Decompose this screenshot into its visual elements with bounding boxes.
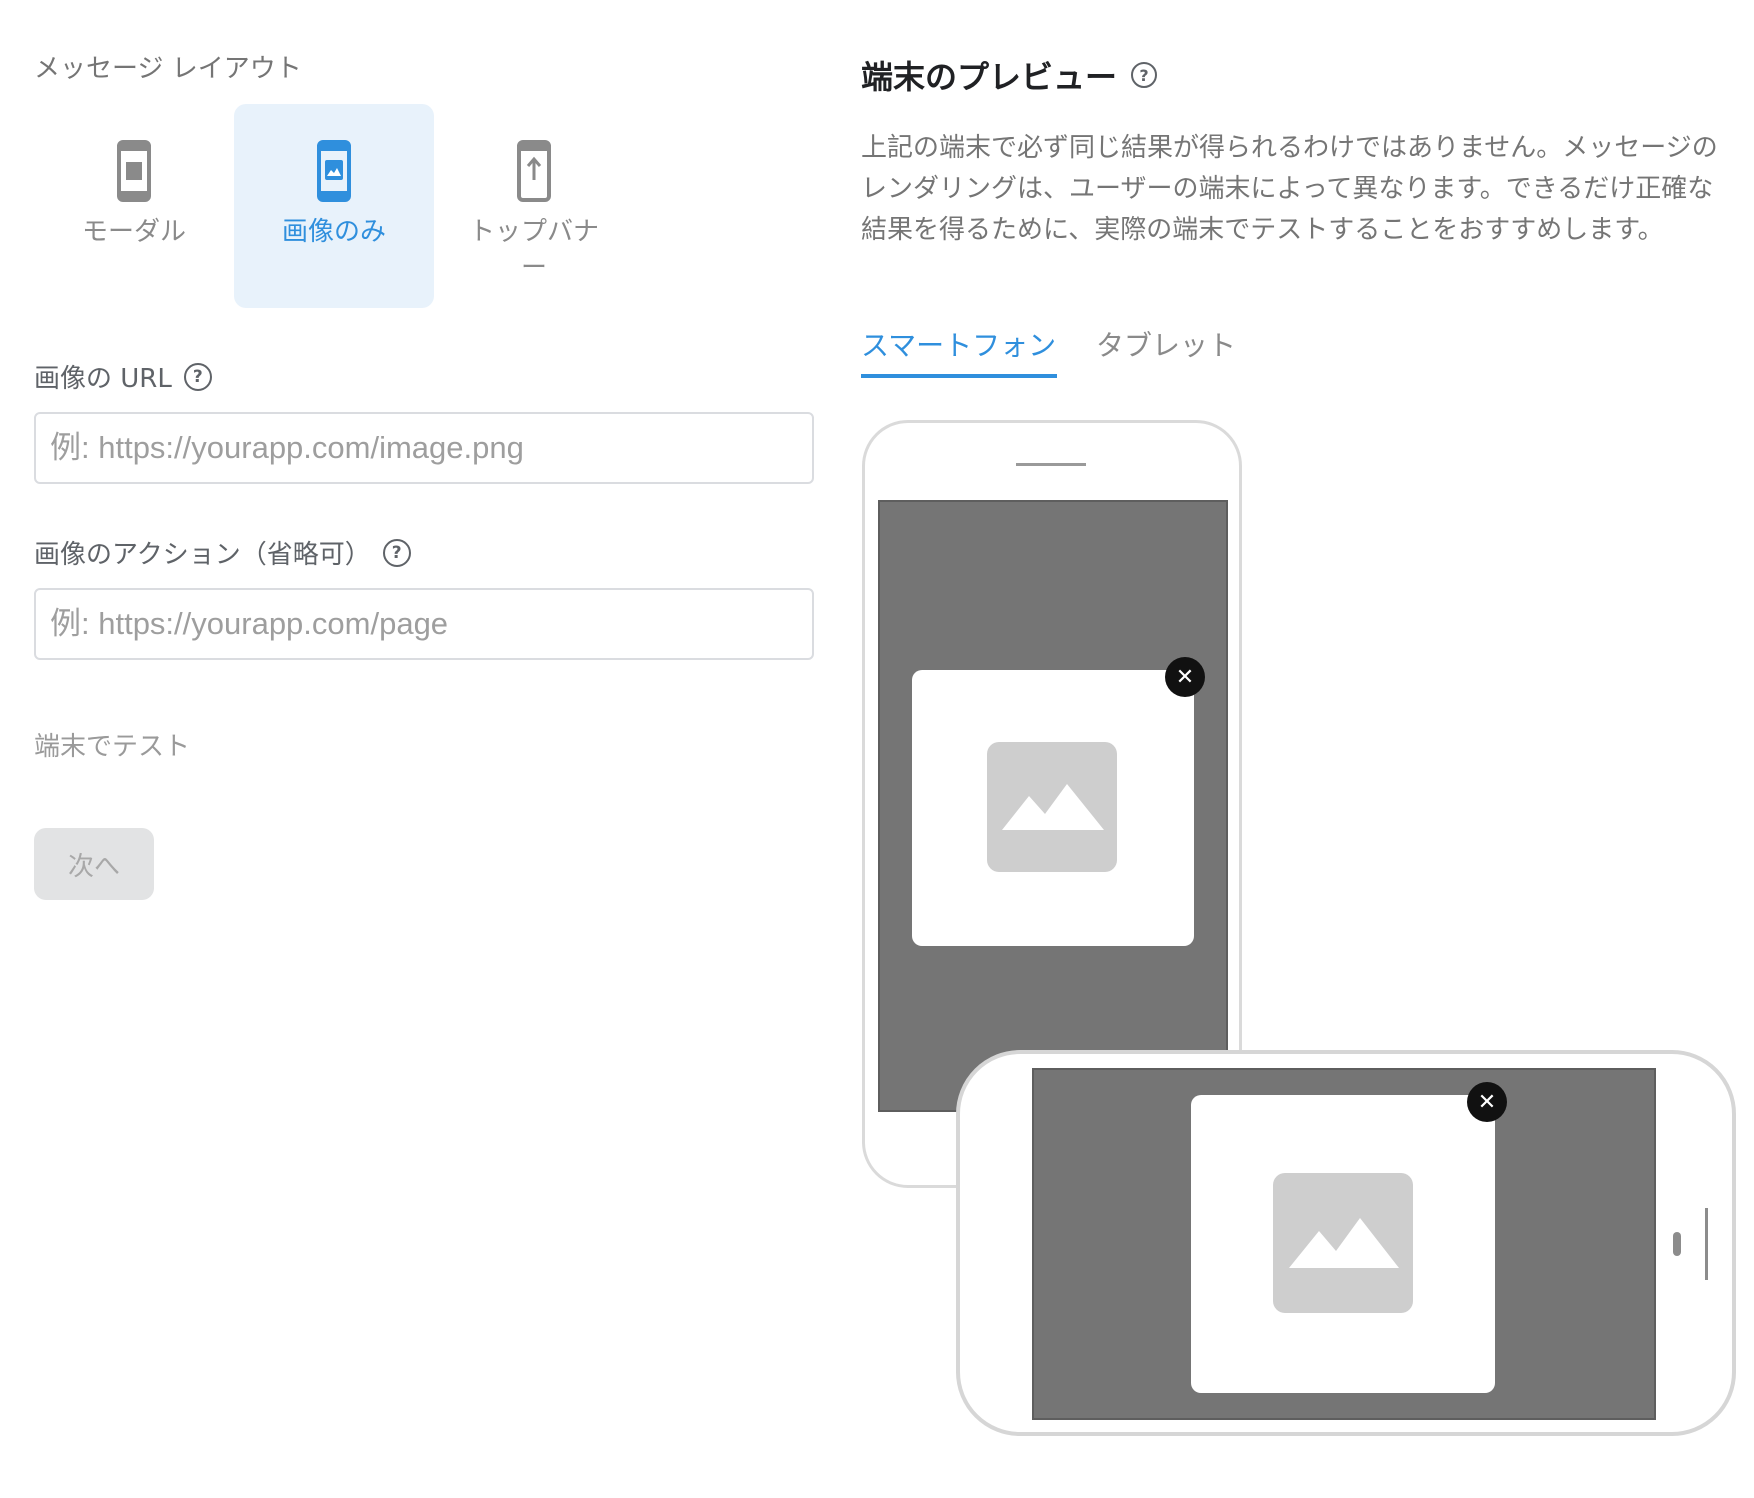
phone-modal-icon — [117, 140, 151, 202]
layout-option-label: トップバナー — [468, 217, 599, 283]
image-placeholder-icon — [987, 742, 1117, 872]
layout-option-label: モーダル — [81, 217, 186, 247]
help-icon[interactable]: ? — [1131, 62, 1158, 88]
layout-option-top-banner[interactable]: トップバナー — [434, 104, 634, 308]
phone-speaker — [1016, 463, 1086, 466]
image-url-label-text: 画像の URL — [34, 364, 172, 394]
phone-top-banner-icon — [517, 140, 551, 202]
image-url-input[interactable] — [34, 412, 814, 484]
device-preview-title-text: 端末のプレビュー — [861, 58, 1118, 96]
help-icon[interactable]: ? — [183, 362, 212, 391]
image-action-input[interactable] — [34, 588, 814, 660]
preview-description: 上記の端末で必ず同じ結果が得られるわけではありません。メッセージのレンダリングは… — [861, 133, 1718, 245]
layout-option-modal[interactable]: モーダル — [34, 104, 234, 308]
test-on-device-link[interactable]: 端末でテスト — [34, 726, 190, 763]
landscape-phone-home-bar — [1705, 1208, 1708, 1280]
layout-option-image-only[interactable]: 画像のみ — [234, 104, 434, 308]
active-tab-indicator — [861, 374, 1057, 378]
close-icon[interactable]: ✕ — [1467, 1082, 1507, 1122]
message-layout-label: メッセージ レイアウト — [34, 54, 302, 84]
image-action-label: 画像のアクション（省略可） ? — [34, 534, 411, 571]
landscape-phone-side-button — [1673, 1232, 1681, 1256]
next-button[interactable]: 次へ — [34, 828, 154, 900]
help-icon[interactable]: ? — [382, 538, 411, 567]
layout-option-label: 画像のみ — [281, 217, 386, 247]
image-action-label-text: 画像のアクション（省略可） — [34, 540, 371, 570]
tab-tablet[interactable]: タブレット — [1096, 324, 1236, 364]
image-placeholder-icon — [1273, 1173, 1413, 1313]
phone-image-icon — [317, 140, 351, 202]
device-preview-title: 端末のプレビュー ? — [861, 52, 1158, 98]
tab-smartphone[interactable]: スマートフォン — [861, 324, 1056, 364]
close-icon[interactable]: ✕ — [1165, 657, 1205, 697]
image-url-label: 画像の URL ? — [34, 358, 212, 395]
